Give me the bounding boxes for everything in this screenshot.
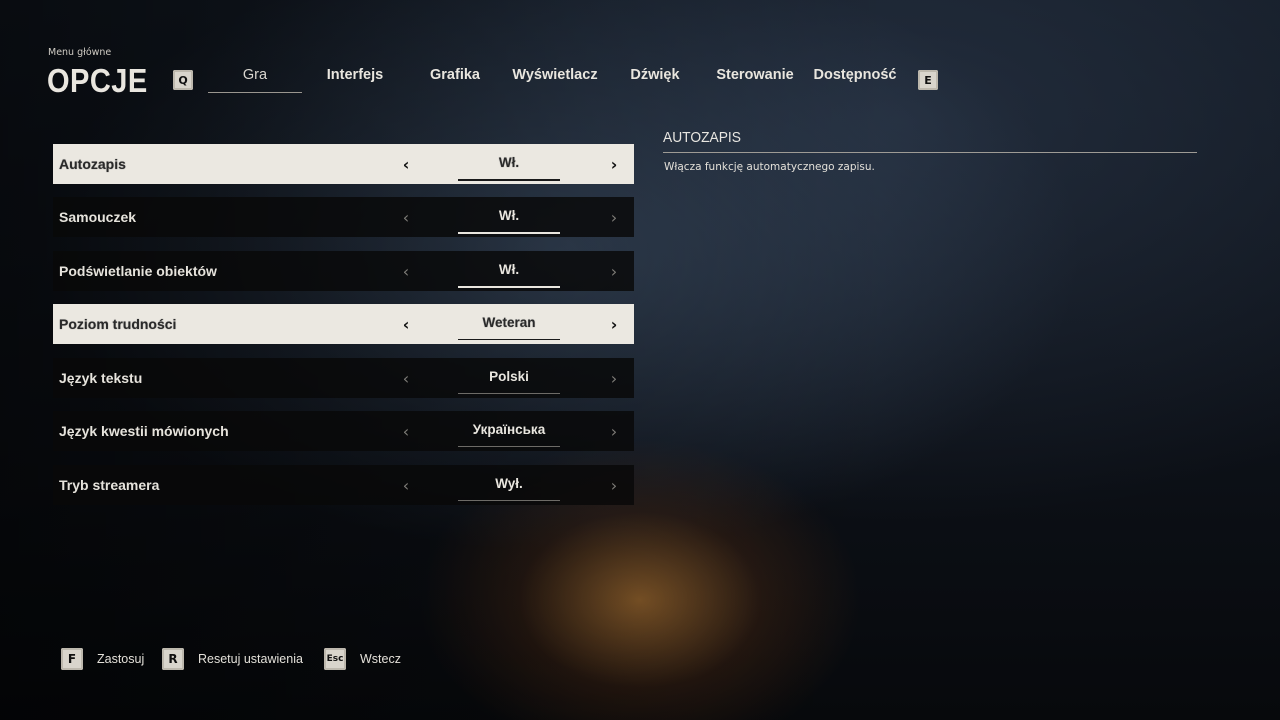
arrow-right-icon[interactable]: › (604, 368, 624, 388)
value-underline (458, 179, 560, 181)
breadcrumb: Menu główne (48, 47, 112, 58)
page-title: OPCJE (47, 62, 148, 99)
tab-wyswietlacz[interactable]: Wyświetlacz (508, 58, 602, 92)
setting-row-poziom-trudnosci[interactable]: Poziom trudności ‹ Weteran › (53, 304, 634, 344)
esc-key-icon: Esc (324, 648, 346, 670)
reset-label: Resetuj ustawienia (198, 652, 303, 666)
setting-value: Wł. (498, 208, 520, 223)
arrow-right-icon[interactable]: › (604, 154, 624, 174)
apply-button[interactable]: F Zastosuj (61, 648, 144, 670)
setting-value: Українська (472, 422, 546, 437)
description-title: AUTOZAPIS (663, 129, 741, 146)
setting-row-tryb-streamera[interactable]: Tryb streamera ‹ Wył. › (53, 465, 634, 505)
value-underline (458, 286, 560, 288)
arrow-right-icon[interactable]: › (604, 421, 624, 441)
arrow-left-icon[interactable]: ‹ (396, 207, 416, 227)
arrow-right-icon[interactable]: › (604, 261, 624, 281)
setting-value: Wł. (498, 155, 520, 170)
tab-dzwiek[interactable]: Dźwięk (608, 58, 702, 92)
setting-label: Samouczek (59, 209, 137, 225)
setting-row-autozapis[interactable]: Autozapis ‹ Wł. › (53, 144, 634, 184)
setting-label: Język kwestii mówionych (59, 423, 229, 439)
arrow-left-icon[interactable]: ‹ (396, 261, 416, 281)
setting-label: Podświetlanie obiektów (59, 263, 217, 279)
r-key-icon: R (162, 648, 184, 670)
prev-tab-key-icon[interactable]: Q (173, 70, 193, 90)
setting-label: Język tekstu (59, 370, 143, 386)
arrow-right-icon[interactable]: › (604, 314, 624, 334)
value-underline (458, 232, 560, 234)
tab-gra[interactable]: Gra (208, 58, 302, 93)
setting-row-jezyk-kwestii[interactable]: Język kwestii mówionych ‹ Українська › (53, 411, 634, 451)
arrow-left-icon[interactable]: ‹ (396, 368, 416, 388)
value-underline (458, 500, 560, 501)
tab-dostepnosc[interactable]: Dostępność (808, 58, 902, 92)
description-divider (663, 152, 1197, 153)
setting-label: Autozapis (59, 156, 126, 172)
value-underline (458, 339, 560, 340)
tab-interfejs[interactable]: Interfejs (308, 58, 402, 92)
setting-label: Poziom trudności (59, 316, 177, 332)
setting-row-jezyk-tekstu[interactable]: Język tekstu ‹ Polski › (53, 358, 634, 398)
back-label: Wstecz (360, 652, 401, 666)
setting-value: Wł. (498, 262, 520, 277)
setting-value: Weteran (482, 315, 536, 330)
arrow-right-icon[interactable]: › (604, 475, 624, 495)
reset-button[interactable]: R Resetuj ustawienia (162, 648, 303, 670)
setting-row-samouczek[interactable]: Samouczek ‹ Wł. › (53, 197, 634, 237)
value-underline (458, 446, 560, 447)
next-tab-key-icon[interactable]: E (918, 70, 938, 90)
arrow-left-icon[interactable]: ‹ (396, 314, 416, 334)
tab-sterowanie[interactable]: Sterowanie (708, 58, 802, 92)
description-text: Włącza funkcję automatycznego zapisu. (664, 161, 875, 173)
arrow-left-icon[interactable]: ‹ (396, 421, 416, 441)
setting-value: Polski (489, 369, 529, 384)
arrow-left-icon[interactable]: ‹ (396, 475, 416, 495)
setting-label: Tryb streamera (59, 477, 160, 493)
setting-value: Wył. (495, 476, 523, 491)
value-underline (458, 393, 560, 394)
arrow-right-icon[interactable]: › (604, 207, 624, 227)
arrow-left-icon[interactable]: ‹ (396, 154, 416, 174)
tab-grafika[interactable]: Grafika (408, 58, 502, 92)
back-button[interactable]: Esc Wstecz (324, 648, 401, 670)
apply-label: Zastosuj (97, 652, 145, 666)
setting-row-podswietlanie[interactable]: Podświetlanie obiektów ‹ Wł. › (53, 251, 634, 291)
f-key-icon: F (61, 648, 83, 670)
